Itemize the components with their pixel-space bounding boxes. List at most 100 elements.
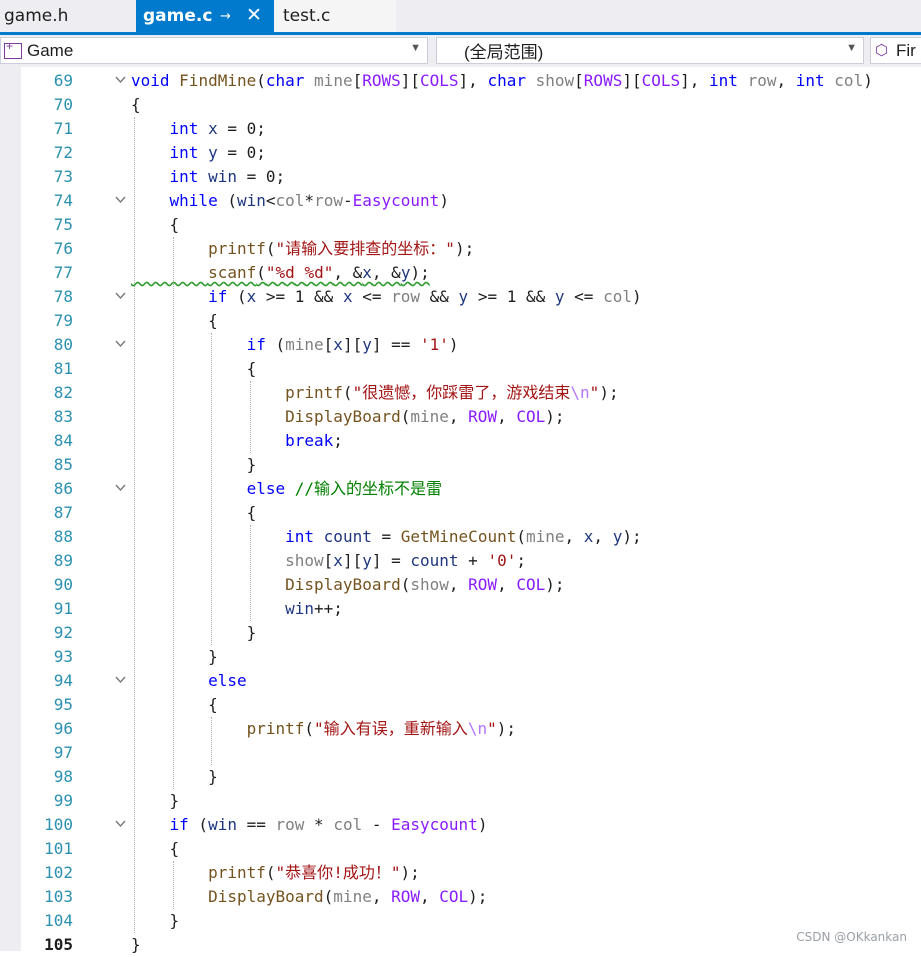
code-line[interactable]: if (win == row * col - Easycount) [131, 813, 488, 837]
chevron-down-icon[interactable]: ▼ [846, 42, 857, 54]
project-dropdown[interactable]: Game ▼ [0, 37, 428, 64]
line-number: 77 [53, 263, 73, 282]
line-number: 73 [53, 167, 73, 186]
code-line[interactable]: else //输入的坐标不是雷 [131, 477, 442, 501]
line-number: 102 [44, 863, 73, 882]
line-number: 100 [44, 815, 73, 834]
navigation-bar: Game ▼ (全局范围) ▼ ⬡ Fir [0, 35, 921, 67]
code-line[interactable]: DisplayBoard(show, ROW, COL); [131, 573, 564, 597]
fold-chevron-icon[interactable] [115, 340, 126, 350]
code-line[interactable]: { [131, 213, 180, 237]
line-number: 83 [53, 407, 73, 426]
scope-dropdown-value: (全局范围) [464, 43, 544, 62]
code-line[interactable]: int win = 0; [131, 165, 286, 189]
tab-test-c[interactable]: test.c [274, 0, 396, 32]
line-number: 80 [53, 335, 73, 354]
line-number: 97 [53, 743, 73, 762]
code-line[interactable]: } [131, 765, 218, 789]
fold-chevron-icon[interactable] [115, 820, 126, 830]
tab-label: game.h [4, 6, 69, 26]
code-line[interactable]: DisplayBoard(mine, ROW, COL); [131, 405, 564, 429]
code-line[interactable]: break; [131, 429, 343, 453]
code-line[interactable]: printf("输入有误，重新输入\n"); [131, 717, 516, 741]
line-number: 84 [53, 431, 73, 450]
line-number: 94 [53, 671, 73, 690]
code-line[interactable]: } [131, 645, 218, 669]
line-number: 89 [53, 551, 73, 570]
code-line[interactable]: } [131, 789, 180, 813]
code-line[interactable]: win++; [131, 597, 343, 621]
project-scope-icon [4, 39, 22, 59]
code-line[interactable]: { [131, 357, 257, 381]
line-number: 105 [44, 935, 73, 954]
line-number: 92 [53, 623, 73, 642]
code-line[interactable]: scanf("%d %d", &x, &y); [131, 261, 430, 285]
fold-chevron-icon[interactable] [115, 484, 126, 494]
code-line[interactable]: printf("很遗憾，你踩雷了，游戏结束\n"); [131, 381, 618, 405]
line-number: 93 [53, 647, 73, 666]
chevron-down-icon[interactable]: ▼ [410, 42, 421, 54]
fold-chevron-icon[interactable] [115, 76, 126, 86]
line-number: 85 [53, 455, 73, 474]
line-number: 70 [53, 95, 73, 114]
code-line[interactable]: { [131, 837, 180, 861]
code-line[interactable]: if (mine[x][y] == '1') [131, 333, 459, 357]
code-line[interactable]: { [131, 309, 218, 333]
member-dropdown[interactable]: ⬡ Fir [870, 37, 921, 64]
watermark: CSDN @OKkankan [796, 930, 907, 944]
code-line[interactable]: { [131, 693, 218, 717]
line-number: 69 [53, 71, 73, 90]
line-number: 76 [53, 239, 73, 258]
fold-chevron-icon[interactable] [115, 676, 126, 686]
line-number: 101 [44, 839, 73, 858]
line-number: 81 [53, 359, 73, 378]
line-number-gutter: 69 70 71 72 73 74 75 76 77 78 79 80 81 82 83 84 85 86 87 88… [21, 67, 91, 954]
cube-icon: ⬡ [875, 41, 889, 59]
code-line[interactable]: } [131, 621, 257, 645]
tab-label: test.c [283, 6, 331, 26]
code-line[interactable]: else [131, 669, 247, 693]
line-number: 88 [53, 527, 73, 546]
code-line[interactable]: int y = 0; [131, 141, 266, 165]
line-number: 95 [53, 695, 73, 714]
fold-chevron-icon[interactable] [115, 292, 126, 302]
line-number: 72 [53, 143, 73, 162]
tab-game-c[interactable]: game.c → ✕ [136, 0, 274, 32]
fold-chevron-icon[interactable] [115, 196, 126, 206]
code-line[interactable]: printf("恭喜你!成功！"); [131, 861, 420, 885]
line-number: 82 [53, 383, 73, 402]
code-editor[interactable]: 69 70 71 72 73 74 75 76 77 78 79 80 81 82 83 84 85 86 87 88… [0, 67, 921, 954]
line-number: 86 [53, 479, 73, 498]
code-line[interactable]: } [131, 933, 141, 957]
project-dropdown-value: Game [27, 40, 74, 60]
line-number: 74 [53, 191, 73, 210]
code-line[interactable]: while (win<col*row-Easycount) [131, 189, 449, 213]
indicator-margin [0, 67, 21, 951]
code-line[interactable]: show[x][y] = count + '0'; [131, 549, 526, 573]
tab-game-h[interactable]: game.h [0, 0, 136, 32]
line-number: 91 [53, 599, 73, 618]
code-line[interactable]: if (x >= 1 && x <= row && y >= 1 && y <=… [131, 285, 642, 309]
code-line[interactable]: DisplayBoard(mine, ROW, COL); [131, 885, 487, 909]
close-icon[interactable]: ✕ [246, 4, 262, 26]
code-line[interactable]: { [131, 93, 141, 117]
line-number: 87 [53, 503, 73, 522]
code-line[interactable]: void FindMine(char mine[ROWS][COLS], cha… [131, 69, 873, 93]
line-number: 78 [53, 287, 73, 306]
line-number: 71 [53, 119, 73, 138]
code-line[interactable]: } [131, 453, 257, 477]
pin-icon[interactable]: → [220, 9, 231, 24]
code-line[interactable]: int count = GetMineCount(mine, x, y); [131, 525, 641, 549]
line-number: 98 [53, 767, 73, 786]
code-line[interactable]: } [131, 909, 180, 933]
scope-dropdown[interactable]: (全局范围) ▼ [436, 37, 864, 64]
line-number: 96 [53, 719, 73, 738]
line-number: 104 [44, 911, 73, 930]
editor-tab-bar: game.h game.c → ✕ test.c [0, 0, 921, 32]
code-line[interactable]: printf("请输入要排查的坐标："); [131, 237, 474, 261]
code-line[interactable]: int x = 0; [131, 117, 266, 141]
line-number: 75 [53, 215, 73, 234]
line-number: 90 [53, 575, 73, 594]
line-number: 79 [53, 311, 73, 330]
code-line[interactable]: { [131, 501, 257, 525]
